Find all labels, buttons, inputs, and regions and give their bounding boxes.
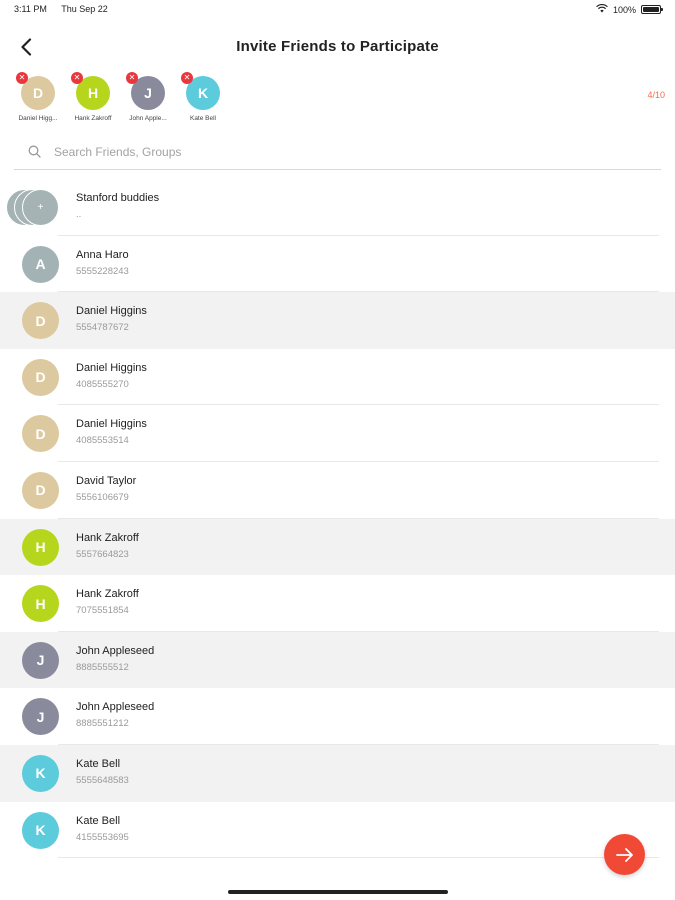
- chip-label: John Apple...: [129, 115, 167, 122]
- contact-row[interactable]: D David Taylor 5556106679: [0, 462, 675, 519]
- contact-phone: 5556106679: [76, 491, 129, 503]
- avatar: H: [22, 528, 59, 566]
- selected-chip[interactable]: K ✕ Kate Bell: [175, 72, 231, 122]
- contact-phone: 5555648583: [76, 774, 129, 786]
- avatar: D: [22, 358, 59, 396]
- contact-row[interactable]: K Kate Bell 4155553695: [0, 802, 675, 859]
- contact-name: Kate Bell: [76, 757, 121, 770]
- remove-icon[interactable]: ✕: [71, 72, 83, 84]
- contact-phone: 5557664823: [76, 548, 129, 560]
- contact-name: Daniel Higgins: [76, 305, 147, 318]
- contact-name: Kate Bell: [76, 814, 121, 827]
- arrow-right-icon: [615, 847, 633, 862]
- avatar: D: [22, 471, 59, 509]
- contact-row[interactable]: D Daniel Higgins 4085555270: [0, 349, 675, 406]
- contact-row[interactable]: D Daniel Higgins 5554787672: [0, 292, 675, 349]
- home-indicator[interactable]: [227, 890, 448, 894]
- chip-label: Daniel Higg...: [18, 115, 58, 122]
- chip-label: Kate Bell: [189, 115, 217, 122]
- contact-name: Daniel Higgins: [76, 418, 147, 431]
- contact-phone: ..: [76, 209, 82, 220]
- battery-percent: 100%: [612, 4, 636, 15]
- contact-phone: 4085553514: [76, 435, 129, 447]
- status-date: Thu Sep 22: [61, 4, 108, 14]
- contact-phone: 8885555512: [76, 661, 129, 673]
- avatar: D: [22, 302, 59, 340]
- status-bar: 3:11 PM Thu Sep 22 100%: [0, 0, 675, 20]
- group-row[interactable]: + Stanford buddies..: [0, 179, 675, 236]
- search-input[interactable]: [54, 144, 661, 159]
- status-time: 3:11 PM: [14, 4, 47, 14]
- page-title: Invite Friends to Participate: [236, 38, 439, 55]
- avatar: J: [22, 698, 59, 736]
- search-icon: [22, 140, 46, 164]
- contact-row[interactable]: J John Appleseed 8885555512: [0, 631, 675, 689]
- contact-phone: 5555228243: [76, 265, 129, 277]
- contact-name: Anna Haro: [76, 248, 129, 261]
- avatar: D: [22, 415, 59, 453]
- contact-phone: 8885551212: [76, 718, 129, 730]
- next-button[interactable]: [604, 834, 645, 875]
- contact-row[interactable]: D Daniel Higgins 4085553514: [0, 405, 675, 462]
- contact-name: John Appleseed: [76, 701, 155, 714]
- contact-row[interactable]: A Anna Haro 5555228243: [0, 236, 675, 293]
- group-avatar: +: [6, 189, 66, 226]
- contact-row[interactable]: K Kate Bell 5555648583: [0, 744, 675, 802]
- avatar: J: [22, 641, 59, 679]
- contact-row[interactable]: H Hank Zakroff 5557664823: [0, 518, 675, 576]
- selected-chip[interactable]: D ✕ Daniel Higg...: [10, 72, 66, 122]
- avatar: K: [22, 754, 59, 792]
- selected-chip[interactable]: J ✕ John Apple...: [120, 72, 176, 122]
- contact-row[interactable]: J John Appleseed 8885551212: [0, 688, 675, 745]
- contact-list: + Stanford buddies.. A Anna Haro 5555228243 D…: [0, 179, 675, 858]
- contact-name: Hank Zakroff: [76, 531, 139, 544]
- search-bar: [14, 134, 661, 170]
- avatar: K: [22, 811, 59, 849]
- contact-phone: 4155553695: [76, 831, 129, 843]
- contact-name: David Taylor: [76, 474, 137, 487]
- wifi-icon: [596, 3, 608, 15]
- remove-icon[interactable]: ✕: [16, 72, 28, 84]
- selected-chip[interactable]: H ✕ Hank Zakroff: [65, 72, 121, 122]
- contact-phone: 7075551854: [76, 605, 129, 617]
- selection-counter: 4/10: [647, 90, 665, 100]
- avatar: A: [22, 245, 59, 283]
- nav-bar: Invite Friends to Participate: [0, 28, 675, 66]
- chip-label: Hank Zakroff: [74, 115, 112, 122]
- battery-icon: [641, 5, 663, 14]
- remove-icon[interactable]: ✕: [181, 72, 193, 84]
- contact-phone: 5554787672: [76, 322, 129, 334]
- group-avatar-label: +: [22, 189, 59, 226]
- contact-name: Daniel Higgins: [76, 361, 147, 374]
- avatar: H: [22, 585, 59, 623]
- contact-name: Stanford buddies: [76, 192, 160, 204]
- remove-icon[interactable]: ✕: [126, 72, 138, 84]
- contact-name: John Appleseed: [76, 644, 155, 657]
- selected-friends-strip: D ✕ Daniel Higg... H ✕ Hank Zakroff J ✕ John App…: [0, 72, 675, 124]
- contact-row[interactable]: H Hank Zakroff 7075551854: [0, 575, 675, 632]
- contact-phone: 4085555270: [76, 378, 129, 390]
- contact-name: Hank Zakroff: [76, 588, 139, 601]
